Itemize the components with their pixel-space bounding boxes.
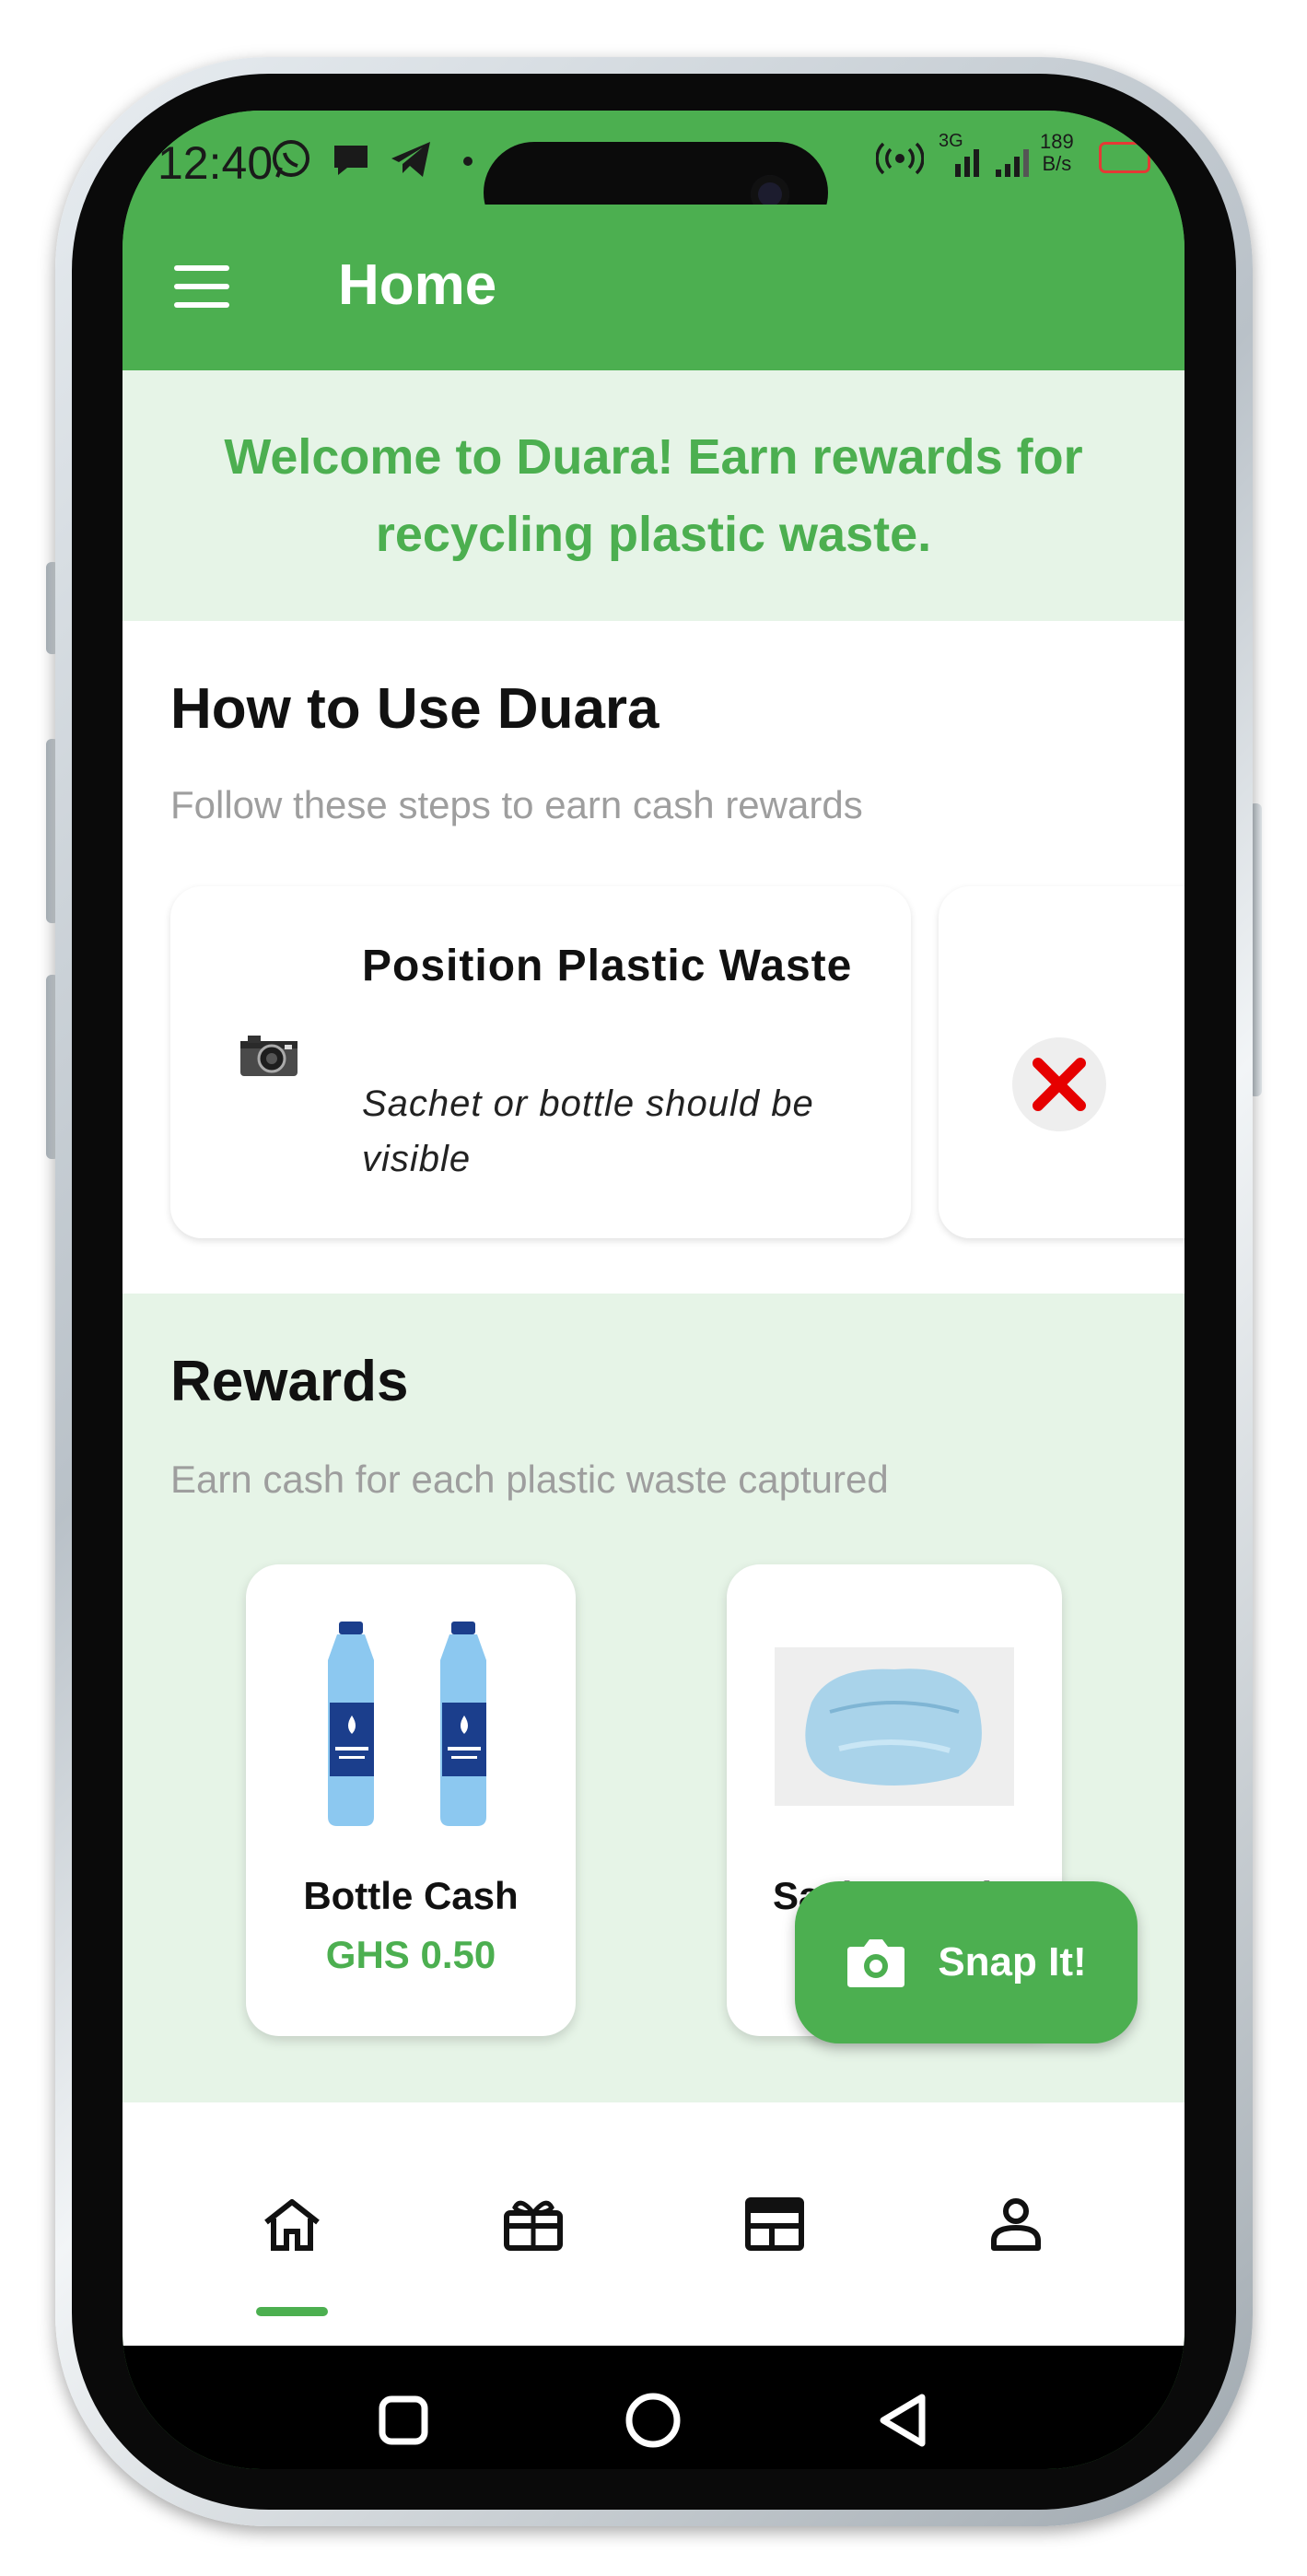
how-to-title: How to Use Duara (170, 677, 659, 741)
signal-strength-icon (955, 149, 1029, 177)
x-mark-icon (1033, 1058, 1086, 1111)
status-bar: 12:40 3G 189 B/s (123, 111, 1184, 243)
net-speed-unit: B/s (1042, 152, 1072, 175)
snap-it-button[interactable]: Snap It! (795, 1881, 1138, 2043)
camera-icon (847, 1939, 905, 1987)
reward-name: Bottle Cash (303, 1874, 519, 1917)
step-card-position-plastic[interactable]: Position Plastic Waste Sachet or bottle … (170, 886, 911, 1238)
phone-screen: 12:40 3G 189 B/s Home Welcome to Duara! … (123, 111, 1184, 2469)
sachet-image (727, 1620, 1062, 1832)
dot-icon (463, 157, 473, 166)
rewards-section: Rewards Earn cash for each plastic waste… (123, 1294, 1184, 2102)
status-time: 12:40 (158, 137, 274, 189)
welcome-text: Welcome to Duara! Earn rewards for recyc… (224, 429, 1083, 562)
recents-square-icon[interactable] (373, 2390, 434, 2451)
reward-price: GHS 0.50 (325, 1933, 496, 1976)
hotspot-icon (876, 142, 924, 175)
chat-icon (334, 146, 368, 175)
how-to-subtitle: Follow these steps to earn cash rewards (170, 783, 863, 826)
page-title: Home (338, 253, 497, 317)
snap-it-label: Snap It! (938, 1939, 1087, 1985)
nav-profile[interactable] (924, 2102, 1108, 2346)
red-x-icon[interactable] (1012, 1037, 1106, 1131)
home-circle-icon[interactable] (623, 2390, 683, 2451)
active-tab-indicator (256, 2307, 328, 2316)
back-triangle-icon[interactable] (874, 2390, 935, 2451)
telegram-icon (391, 142, 430, 177)
water-bottles-image (246, 1620, 576, 1832)
step-description: Sachet or bottle should be visible (362, 1083, 814, 1179)
bottom-navigation (123, 2102, 1184, 2346)
step-title: Position Plastic Waste (362, 942, 853, 990)
app-bar: Home (123, 205, 1184, 370)
hamburger-menu-icon[interactable] (174, 265, 229, 310)
whatsapp-icon (273, 140, 309, 178)
system-navigation-bar (123, 2346, 1184, 2469)
net-speed-value: 189 (1040, 130, 1074, 153)
gift-card-icon (504, 2200, 563, 2251)
rewards-subtitle: Earn cash for each plastic waste capture… (170, 1458, 889, 1501)
rewards-title: Rewards (170, 1350, 409, 1413)
newspaper-icon (745, 2197, 804, 2251)
reward-card-bottle[interactable]: Bottle Cash GHS 0.50 (246, 1564, 576, 2036)
home-icon (264, 2199, 320, 2251)
battery-icon (1099, 142, 1150, 173)
how-to-section: How to Use Duara Follow these steps to e… (123, 621, 1184, 1294)
nav-rewards[interactable] (441, 2102, 625, 2346)
camera-icon (240, 1036, 298, 1076)
nav-news[interactable] (683, 2102, 867, 2346)
net-speed: 189 B/s (1040, 131, 1074, 175)
welcome-banner: Welcome to Duara! Earn rewards for recyc… (123, 370, 1184, 621)
profile-icon (991, 2198, 1041, 2251)
